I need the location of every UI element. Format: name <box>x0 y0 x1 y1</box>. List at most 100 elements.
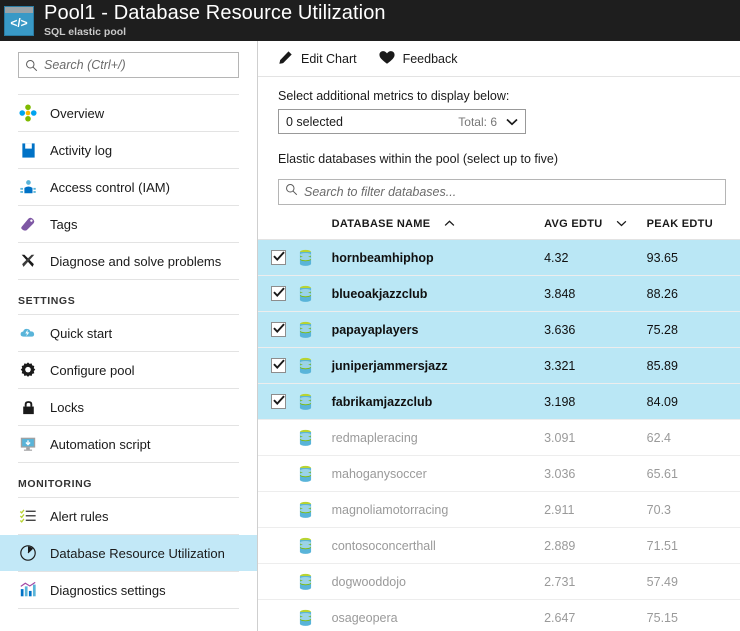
sidebar-item-configure-pool[interactable]: Configure pool <box>0 352 257 388</box>
row-avg-edtu: 3.321 <box>544 347 647 384</box>
databases-table: DATABASE NAME AVG EDTU PEAK EDTU hornbea… <box>258 205 740 631</box>
row-database-icon-cell <box>294 455 332 492</box>
activity-log-book-icon <box>18 140 38 160</box>
sidebar: Search (Ctrl+/) Overview Activity log Ac… <box>0 41 258 631</box>
sidebar-item-automation-script[interactable]: Automation script <box>0 426 257 462</box>
divider <box>18 608 239 609</box>
table-body: hornbeamhiphop 4.32 93.65 blueoakjazzclub 3.… <box>258 239 740 631</box>
database-cylinder-icon <box>297 501 331 519</box>
chevron-up-icon <box>444 218 455 230</box>
table-row[interactable]: papayaplayers 3.636 75.28 <box>258 311 740 348</box>
row-checkbox[interactable] <box>271 250 286 265</box>
edit-chart-button[interactable]: Edit Chart <box>278 50 357 68</box>
row-database-icon-cell <box>294 383 332 420</box>
header-text-block: Pool1 - Database Resource Utilization SQ… <box>44 2 386 39</box>
page-body: Search (Ctrl+/) Overview Activity log Ac… <box>0 41 740 631</box>
sidebar-item-locks[interactable]: Locks <box>0 389 257 425</box>
column-header-peak-edtu[interactable]: PEAK EDTU <box>646 205 740 240</box>
column-header-database-name-label: DATABASE NAME <box>331 218 431 230</box>
row-checkbox-cell[interactable] <box>258 347 295 384</box>
table-row[interactable]: fabrikamjazzclub 3.198 84.09 <box>258 383 740 420</box>
database-cylinder-icon <box>297 573 331 591</box>
sidebar-item-overview[interactable]: Overview <box>0 95 257 131</box>
row-checkbox[interactable] <box>271 322 286 337</box>
table-row[interactable]: mahoganysoccer 3.036 65.61 <box>258 455 740 492</box>
row-checkbox[interactable] <box>271 358 286 373</box>
column-header-database-name[interactable]: DATABASE NAME <box>331 205 545 240</box>
sidebar-item-quick-start[interactable]: Quick start <box>0 315 257 351</box>
row-database-icon-cell <box>294 311 332 348</box>
checkmark-icon <box>272 250 285 265</box>
column-header-avg-edtu[interactable]: AVG EDTU <box>544 205 647 240</box>
sidebar-item-activity-log[interactable]: Activity log <box>0 132 257 168</box>
checkmark-icon <box>272 358 285 373</box>
feedback-button[interactable]: Feedback <box>379 50 458 68</box>
chevron-down-icon <box>506 113 518 131</box>
table-row[interactable]: redmapleracing 3.091 62.4 <box>258 419 740 456</box>
row-checkbox-cell[interactable] <box>258 455 295 492</box>
table-row[interactable]: blueoakjazzclub 3.848 88.26 <box>258 275 740 312</box>
database-filter-input[interactable]: Search to filter databases... <box>278 179 726 205</box>
table-row[interactable]: hornbeamhiphop 4.32 93.65 <box>258 239 740 276</box>
metrics-label: Select additional metrics to display bel… <box>278 89 510 103</box>
row-database-name: fabrikamjazzclub <box>331 383 545 420</box>
search-icon <box>25 59 38 72</box>
row-peak-edtu: 93.65 <box>646 239 740 276</box>
checklist-icon <box>18 506 38 526</box>
sidebar-item-diagnose-solve[interactable]: Diagnose and solve problems <box>0 243 257 279</box>
table-head: DATABASE NAME AVG EDTU PEAK EDTU <box>258 205 740 240</box>
sidebar-item-label: Access control (IAM) <box>50 179 170 195</box>
row-database-name: papayaplayers <box>331 311 545 348</box>
metrics-dropdown[interactable]: 0 selected Total: 6 <box>278 109 526 134</box>
sidebar-item-label: Overview <box>50 105 105 121</box>
column-header-peak-edtu-label: PEAK EDTU <box>646 218 713 230</box>
chevron-down-icon <box>616 218 627 230</box>
row-checkbox-cell[interactable] <box>258 275 295 312</box>
row-database-name: hornbeamhiphop <box>331 239 545 276</box>
row-checkbox-cell[interactable] <box>258 527 295 564</box>
row-avg-edtu: 3.198 <box>544 383 647 420</box>
row-peak-edtu: 62.4 <box>646 419 740 456</box>
table-row[interactable]: dogwooddojo 2.731 57.49 <box>258 563 740 600</box>
row-database-icon-cell <box>294 419 332 456</box>
row-checkbox-cell[interactable] <box>258 599 295 631</box>
sidebar-item-label: Diagnostics settings <box>50 582 166 598</box>
table-row[interactable]: magnoliamotorracing 2.911 70.3 <box>258 491 740 528</box>
row-checkbox-cell[interactable] <box>258 311 295 348</box>
row-checkbox[interactable] <box>271 394 286 409</box>
sidebar-item-label: Automation script <box>50 436 151 452</box>
row-checkbox-cell[interactable] <box>258 383 295 420</box>
sidebar-search[interactable]: Search (Ctrl+/) <box>18 52 239 78</box>
overview-diamond-icon <box>18 103 38 123</box>
table-row[interactable]: juniperjammersjazz 3.321 85.89 <box>258 347 740 384</box>
row-checkbox-cell[interactable] <box>258 419 295 456</box>
search-icon <box>285 183 298 201</box>
sidebar-item-label: Diagnose and solve problems <box>50 253 222 269</box>
sidebar-item-diagnostics-settings[interactable]: Diagnostics settings <box>0 572 257 608</box>
row-checkbox-cell[interactable] <box>258 563 295 600</box>
row-checkbox[interactable] <box>271 286 286 301</box>
row-avg-edtu: 3.091 <box>544 419 647 456</box>
row-avg-edtu: 3.636 <box>544 311 647 348</box>
database-cylinder-icon <box>297 321 331 339</box>
row-checkbox-cell[interactable] <box>258 239 295 276</box>
database-cylinder-icon <box>297 537 331 555</box>
row-checkbox-cell[interactable] <box>258 491 295 528</box>
sidebar-item-alert-rules[interactable]: Alert rules <box>0 498 257 534</box>
automation-monitor-icon <box>18 434 38 454</box>
tag-icon <box>18 214 38 234</box>
code-window-icon-glyph: </> <box>10 16 28 30</box>
sidebar-item-database-resource-utilization[interactable]: Database Resource Utilization <box>0 535 257 571</box>
feedback-label: Feedback <box>402 51 458 66</box>
sidebar-item-label: Configure pool <box>50 362 135 378</box>
row-peak-edtu: 65.61 <box>646 455 740 492</box>
database-filter-placeholder: Search to filter databases... <box>304 185 457 199</box>
database-cylinder-icon <box>297 249 331 267</box>
table-row[interactable]: contosoconcerthall 2.889 71.51 <box>258 527 740 564</box>
sidebar-item-tags[interactable]: Tags <box>0 206 257 242</box>
lock-icon <box>18 397 38 417</box>
row-peak-edtu: 75.28 <box>646 311 740 348</box>
table-row[interactable]: osageopera 2.647 75.15 <box>258 599 740 631</box>
main-toolbar: Edit Chart Feedback <box>258 41 740 77</box>
sidebar-item-access-control[interactable]: Access control (IAM) <box>0 169 257 205</box>
